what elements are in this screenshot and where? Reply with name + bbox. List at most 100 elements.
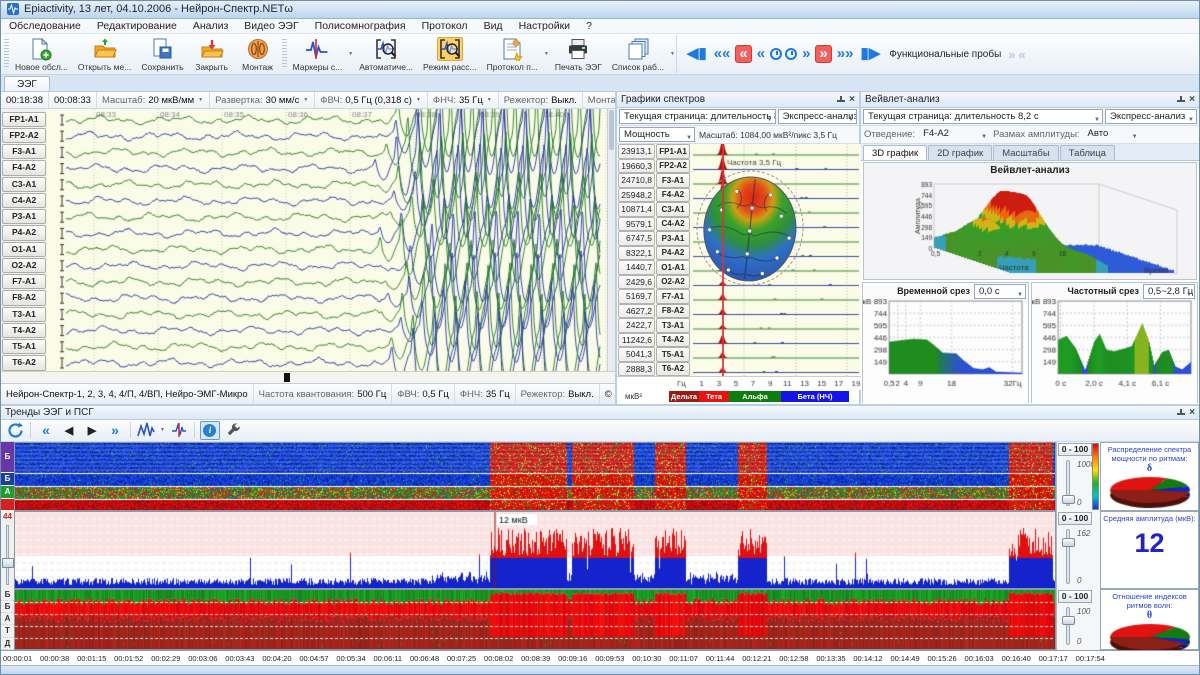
wavelet-tab-3D график[interactable]: 3D график [863,145,927,160]
toolbar-button-montage[interactable]: Монтаж [235,35,281,73]
toolbar-button-new-exam[interactable]: Новое обсл... [10,35,73,73]
dropdown-arrow-icon[interactable]: ▼ [670,51,675,57]
spectrogram-canvas[interactable] [15,443,1055,510]
eeg-vertical-scrollbar[interactable] [607,109,615,371]
trends-step-forward-button[interactable]: ▶ [82,421,102,440]
spectrum-channel-label[interactable]: FP2-A2 [656,159,690,174]
spectrum-channel-label[interactable]: T5-A1 [656,347,690,362]
menu-item-?[interactable]: ? [578,19,600,33]
menu-item-Протокол[interactable]: Протокол [414,19,476,33]
eeg-setting-4[interactable]: ФВЧ:0,5 Гц (0,318 с)▼ [315,92,428,108]
channel-label-P4-A2[interactable]: P4-A2 [2,225,46,240]
channel-label-T3-A1[interactable]: T3-A1 [2,307,46,322]
dropdown-arrow-icon[interactable]: ▼ [416,97,421,103]
trends-refresh-button[interactable] [5,421,25,440]
spectrum-channel-label[interactable]: T6-A2 [656,362,690,377]
close-icon[interactable]: × [1189,408,1195,417]
channel-label-P3-A1[interactable]: P3-A1 [2,209,46,224]
spectra-page-combo[interactable]: Текущая страница: длительность 8,2 с [619,109,776,124]
tab-eeg[interactable]: ЭЭГ [4,76,50,91]
spectrum-channel-label[interactable]: F8-A2 [656,304,690,319]
wavelet-page-combo[interactable]: Текущая страница: длительность 8,2 с [863,109,1103,124]
functional-next-icon[interactable]: » [1008,47,1015,62]
spectra-express-combo[interactable]: Экспресс-анализ [778,109,857,124]
eeg-page-cursor[interactable] [284,373,290,382]
wavelet-tab-Таблица[interactable]: Таблица [1060,145,1115,160]
time-slice-combo[interactable]: 0,0 с [974,284,1026,299]
dropdown-arrow-icon[interactable]: ▼ [160,427,165,433]
trends-display-mode-button[interactable] [136,421,156,440]
channel-label-O1-A1[interactable]: O1-A1 [2,242,46,257]
dropdown-arrow-icon[interactable]: ▼ [198,97,203,103]
menu-item-Анализ[interactable]: Анализ [185,19,236,33]
eeg-setting-3[interactable]: Развертка:30 мм/с▼ [210,92,315,108]
channel-label-T5-A1[interactable]: T5-A1 [2,339,46,354]
close-icon[interactable]: × [1189,95,1195,104]
dropdown-arrow-icon[interactable]: ▼ [303,97,308,103]
toolbar-button-close-exam[interactable]: Закрыть [189,35,235,73]
trends-page-forward-button[interactable]: » [105,421,125,440]
pin-icon[interactable] [1176,95,1185,104]
channel-label-F4-A2[interactable]: F4-A2 [2,160,46,175]
wavelet-lead-combo[interactable]: F4-A2 [919,127,989,142]
menu-item-Вид[interactable]: Вид [476,19,511,33]
spectra-mode-combo[interactable]: Мощность [619,127,695,142]
menu-item-Редактирование[interactable]: Редактирование [89,19,185,33]
spectrum-channel-label[interactable]: C4-A2 [656,217,690,232]
spectrum-channel-label[interactable]: T4-A2 [656,333,690,348]
channel-label-T6-A2[interactable]: T6-A2 [2,355,46,370]
toolbar-button-print[interactable]: Печать ЭЭГ [550,35,607,73]
trends-info-button[interactable]: i [200,421,220,440]
rhythm-index-canvas[interactable] [15,590,1055,649]
menu-item-Полисомнография[interactable]: Полисомнография [307,19,414,33]
wavelet-tab-2D график[interactable]: 2D график [928,145,992,160]
toolbar-button-save[interactable]: Сохранить [136,35,188,73]
channel-label-C3-A1[interactable]: C3-A1 [2,177,46,192]
timer-icon[interactable] [770,48,782,60]
channel-label-F7-A1[interactable]: F7-A1 [2,274,46,289]
menu-item-Настройки[interactable]: Настройки [511,19,579,33]
spectrum-channel-label[interactable]: T3-A1 [656,318,690,333]
toolbar-button-worklist[interactable]: Список раб... [607,35,669,73]
eeg-setting-5[interactable]: ФНЧ:35 Гц▼ [428,92,499,108]
spectrum-channel-label[interactable]: FP1-A1 [656,144,690,159]
close-icon[interactable]: × [849,95,855,104]
slider-thumb[interactable] [1062,616,1075,625]
frequency-cursor-line[interactable] [722,144,724,376]
spectrum-channel-label[interactable]: P3-A1 [656,231,690,246]
page-rewind-icon[interactable]: « [735,45,751,63]
page-forward-icon[interactable]: » [815,45,831,63]
spectrum-channel-label[interactable]: F7-A1 [656,289,690,304]
menu-item-Обследование[interactable]: Обследование [1,19,89,33]
trends-step-back-button[interactable]: ◀ [59,421,79,440]
channel-label-F3-A1[interactable]: F3-A1 [2,144,46,159]
trends-marker-button[interactable] [169,421,189,440]
freq-slice-combo[interactable]: 0,5~2,8 Гц [1143,284,1195,299]
toolbar-button-view-mode[interactable]: Режим расс... [418,35,482,73]
pin-icon[interactable] [836,95,845,104]
channel-label-FP1-A1[interactable]: FP1-A1 [2,112,46,127]
spectrum-channel-label[interactable]: F4-A2 [656,188,690,203]
eeg-waveforms-canvas[interactable] [47,109,609,371]
menu-item-Видео ЭЭГ[interactable]: Видео ЭЭГ [236,19,306,33]
forward-icon[interactable]: » [800,46,812,62]
functional-prev-icon[interactable]: « [1019,47,1026,62]
amplitude-trend-canvas[interactable] [15,512,1055,588]
fast-rewind-icon[interactable]: «« [712,46,733,62]
trends-settings-button[interactable] [223,421,243,440]
spectrum-channel-label[interactable]: P4-A2 [656,246,690,261]
trends-page-back-button[interactable]: « [36,421,56,440]
toolbar-button-protocol[interactable]: Протокол п... [482,35,543,73]
dropdown-arrow-icon[interactable]: ▼ [544,51,549,57]
wavelet-tab-Масштабы[interactable]: Масштабы [993,145,1058,160]
slider-thumb[interactable] [1062,495,1075,504]
channel-label-FP2-A2[interactable]: FP2-A2 [2,128,46,143]
slider-thumb[interactable] [2,558,14,568]
dropdown-arrow-icon[interactable]: ▼ [487,97,492,103]
channel-label-F8-A2[interactable]: F8-A2 [2,290,46,305]
toolbar-button-open-exam[interactable]: Открыть ме... [73,35,136,73]
wavelet-express-combo[interactable]: Экспресс-анализ [1105,109,1197,124]
eeg-setting-7[interactable]: Монтаж:Monopolar 16▼ [583,92,615,108]
eeg-setting-2[interactable]: Масштаб:20 мкВ/мм▼ [97,92,210,108]
timer2-icon[interactable] [785,48,797,60]
